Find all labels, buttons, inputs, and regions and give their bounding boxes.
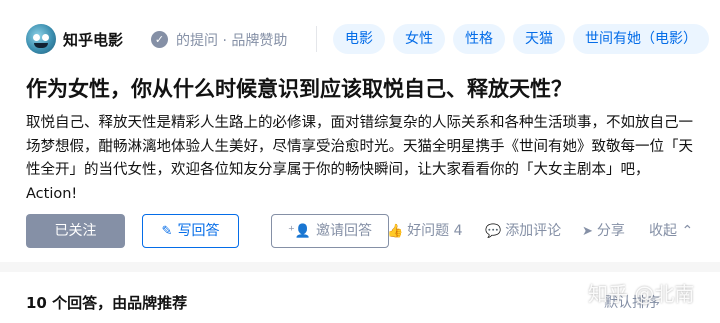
- chevron-up-icon: ⌃: [677, 223, 694, 239]
- good-question-button[interactable]: 👍 好问题 4: [387, 214, 463, 248]
- invite-answer-label: 邀请回答: [316, 223, 373, 239]
- pencil-icon: ✎: [161, 224, 173, 239]
- write-answer-button[interactable]: ✎ 写回答: [142, 214, 239, 248]
- write-answer-label: 写回答: [177, 223, 220, 239]
- watermark: 知乎 @北南: [588, 282, 695, 306]
- topic-tag[interactable]: 性格: [453, 24, 505, 54]
- answers-count-title: 10 个回答，由品牌推荐: [26, 294, 188, 312]
- followed-button[interactable]: 已关注: [26, 214, 125, 248]
- share-button[interactable]: ➤ 分享: [582, 214, 625, 248]
- invite-user-icon: ⁺👤: [287, 224, 312, 239]
- question-card: 知乎电影 ✓ 的提问 · 品牌赞助 电影 女性 性格 天猫 世间有她（电影） 作…: [0, 0, 720, 262]
- avatar-eye-right: [42, 34, 49, 41]
- verified-badge-icon: ✓: [151, 31, 168, 48]
- collapse-label: 收起: [649, 223, 677, 239]
- question-description: 取悦自己、释放天性是精彩人生路上的必修课，面对错综复杂的人际关系和各种生活琐事，…: [26, 115, 693, 202]
- question-title[interactable]: 作为女性，你从什么时候意识到应该取悦自己、释放天性？: [26, 74, 706, 104]
- share-label: 分享: [596, 223, 625, 239]
- invite-answer-button[interactable]: ⁺👤 邀请回答: [271, 214, 389, 248]
- author-avatar[interactable]: [26, 24, 56, 54]
- topic-tags: 电影 女性 性格 天猫 世间有她（电影）: [333, 24, 709, 54]
- thumb-up-icon: 👍: [387, 224, 404, 239]
- followed-label: 已关注: [54, 223, 97, 239]
- header-divider: [316, 26, 317, 52]
- add-comment-label: 添加评论: [505, 223, 562, 239]
- topic-tag[interactable]: 天猫: [513, 24, 565, 54]
- topic-tag[interactable]: 世间有她（电影）: [573, 24, 709, 54]
- topic-tag[interactable]: 女性: [393, 24, 445, 54]
- question-actions: 已关注 ✎ 写回答 ⁺👤 邀请回答 👍 好问题 4 💬 添加评论 ➤ 分享 收起 ⌃: [26, 214, 698, 248]
- comment-icon: 💬: [485, 224, 502, 239]
- question-header: 知乎电影 ✓ 的提问 · 品牌赞助 电影 女性 性格 天猫 世间有她（电影）: [26, 24, 709, 56]
- author-name[interactable]: 知乎电影: [63, 29, 123, 50]
- topic-tag[interactable]: 电影: [333, 24, 385, 54]
- good-question-label: 好问题 4: [407, 223, 463, 239]
- avatar-mouth: [34, 43, 48, 48]
- add-comment-button[interactable]: 💬 添加评论: [485, 214, 561, 248]
- collapse-button[interactable]: 收起 ⌃: [649, 214, 693, 248]
- share-icon: ➤: [582, 224, 593, 239]
- question-meta: 的提问 · 品牌赞助: [176, 33, 288, 49]
- avatar-eye-left: [33, 34, 40, 41]
